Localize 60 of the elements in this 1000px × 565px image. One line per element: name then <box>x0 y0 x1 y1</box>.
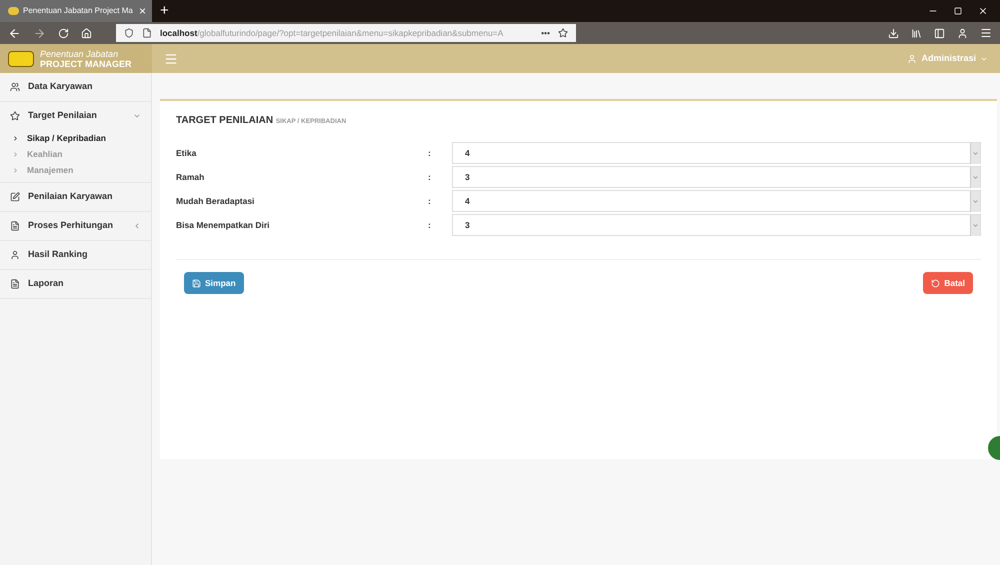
sidebar-item[interactable]: Hasil Ranking <box>0 241 151 269</box>
tab-close-button[interactable]: × <box>138 2 146 20</box>
download-icon[interactable] <box>888 28 899 38</box>
submenu-item[interactable]: Sikap / Kepribadian <box>0 130 151 146</box>
library-icon[interactable] <box>911 28 922 38</box>
sidebar-item[interactable]: Data Karyawan <box>0 73 151 101</box>
field-label: Ramah <box>176 170 206 184</box>
chevron-right-icon <box>12 166 19 174</box>
save-button[interactable]: Simpan <box>184 272 244 294</box>
url-text: localhost/globalfuturindo/page/?opt=targetpenilaian&menu=sikapkepribadian&submenu=A <box>160 26 504 40</box>
field-label: Bisa Menempatkan Diri <box>176 218 271 232</box>
user-icon <box>907 54 918 64</box>
chevron-right-icon <box>12 134 19 142</box>
page-icon <box>142 28 152 38</box>
new-tab-button[interactable]: + <box>152 0 177 22</box>
close-icon[interactable] <box>978 6 988 16</box>
logo-icon <box>8 50 34 66</box>
sidebar-item[interactable]: Proses Perhitungan <box>0 212 151 240</box>
browser-tab[interactable]: Penentuan Jabatan Project Ma × <box>0 0 152 22</box>
sidebar-item[interactable]: Laporan <box>0 270 151 298</box>
favicon-icon <box>8 7 19 15</box>
logo-title: PROJECT MANAGER <box>40 58 132 68</box>
select-field[interactable]: 3 <box>452 166 981 188</box>
shield-icon <box>124 28 134 38</box>
logo-subtitle: Penentuan Jabatan <box>40 48 120 58</box>
colon: : <box>428 146 432 160</box>
save-icon <box>192 278 201 288</box>
colon: : <box>428 218 432 232</box>
chevron-icon <box>972 174 979 180</box>
colon: : <box>428 170 432 184</box>
chevron-icon <box>972 198 979 204</box>
back-icon[interactable] <box>8 26 21 40</box>
menu-icon[interactable] <box>980 27 992 39</box>
address-bar[interactable]: localhost/globalfuturindo/page/?opt=targetpenilaian&menu=sikapkepribadian&submenu=A ••• <box>116 24 576 42</box>
users-icon <box>10 82 20 92</box>
home-icon[interactable] <box>81 28 92 38</box>
account-icon[interactable] <box>957 28 968 38</box>
select-field[interactable]: 3 <box>452 214 981 236</box>
field-label: Etika <box>176 146 198 160</box>
reload-icon[interactable] <box>58 28 69 38</box>
user-icon <box>10 250 20 260</box>
page-actions-button[interactable]: ••• <box>541 26 550 40</box>
chevron-right-icon <box>12 150 19 158</box>
document-icon <box>10 279 20 289</box>
colon: : <box>428 194 432 208</box>
document-icon <box>10 221 20 231</box>
sidebar-item[interactable]: Target Penilaian <box>0 102 151 130</box>
tab-title: Penentuan Jabatan Project Ma <box>23 5 133 17</box>
edit-icon <box>10 192 20 202</box>
bookmark-icon[interactable] <box>558 28 568 38</box>
chevron-icon <box>972 222 979 228</box>
chevron-icon <box>972 150 979 156</box>
select-field[interactable]: 4 <box>452 190 981 212</box>
star-icon <box>10 111 20 121</box>
sidebar-item[interactable]: Penilaian Karyawan <box>0 183 151 211</box>
field-label: Mudah Beradaptasi <box>176 194 256 208</box>
select-field[interactable]: 4 <box>452 142 981 164</box>
undo-icon <box>931 278 940 288</box>
sidebar-icon[interactable] <box>934 28 945 38</box>
maximize-icon[interactable] <box>954 7 962 15</box>
